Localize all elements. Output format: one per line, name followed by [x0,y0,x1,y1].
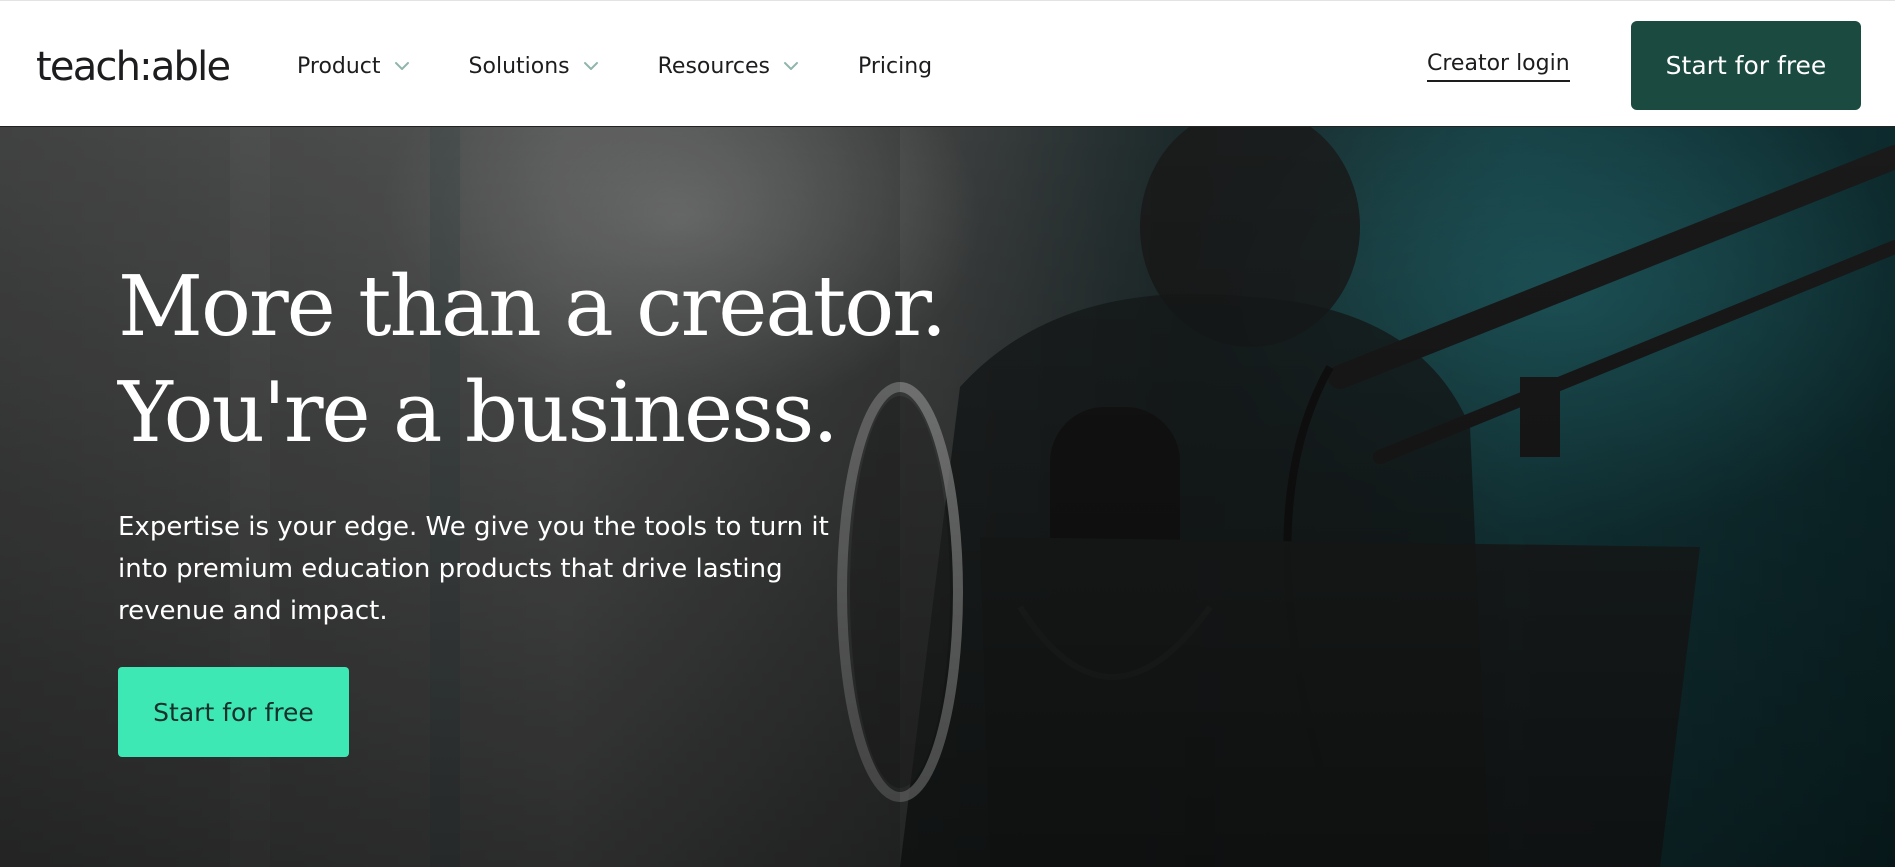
site-header: teach:able Product Solutions Resources P… [0,0,1895,127]
chevron-down-icon [783,62,798,70]
nav-solutions[interactable]: Solutions [469,54,600,79]
main-nav: Product Solutions Resources Pricing [297,47,932,85]
nav-pricing[interactable]: Pricing [858,54,932,79]
hero-section: More than a creator. You're a business. … [0,127,1895,867]
teachable-logo[interactable]: teach:able [36,41,231,93]
hero-subtitle: Expertise is your edge. We give you the … [118,512,829,626]
hero-title-line-1: More than a creator. [118,258,947,355]
nav-product[interactable]: Product [297,54,411,79]
hero-title: More than a creator. You're a business. [118,254,947,466]
creator-login-link[interactable]: Creator login [1427,51,1570,82]
nav-solutions-label: Solutions [468,53,570,79]
start-for-free-header-button[interactable]: Start for free [1631,21,1861,110]
hero-title-line-2: You're a business. [118,364,839,461]
chevron-down-icon [583,62,598,70]
nav-product-label: Product [297,53,381,79]
nav-resources[interactable]: Resources [658,54,800,79]
start-for-free-hero-button[interactable]: Start for free [118,667,349,757]
nav-pricing-label: Pricing [857,53,933,79]
chevron-down-icon [394,62,409,70]
nav-resources-label: Resources [657,53,770,79]
